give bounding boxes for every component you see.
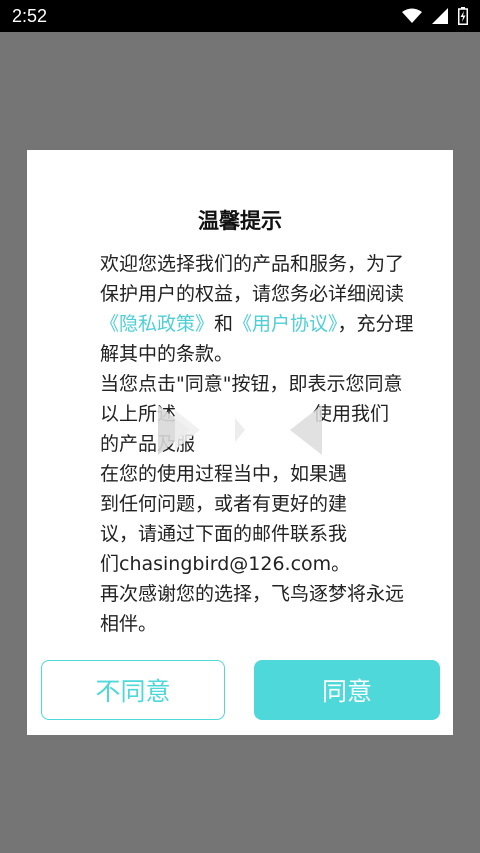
paragraph-contact: 在您的使用过程当中，如果遇到任何问题，或者有更好的建议，请通过下面的邮件联系我们… — [60, 459, 360, 579]
privacy-policy-link[interactable]: 《隐私政策》 — [100, 313, 214, 335]
status-icons — [402, 7, 468, 25]
paragraph-thanks: 再次感谢您的选择，飞鸟逐梦将永远相伴。 — [60, 579, 420, 639]
wifi-icon — [402, 8, 422, 24]
disagree-button[interactable]: 不同意 — [41, 660, 225, 720]
welcome-text: 欢迎您选择我们的产品和服务，为了保护用户的权益，请您务必详细阅读 — [100, 253, 405, 305]
user-agreement-link[interactable]: 《用户协议》 — [233, 313, 338, 335]
agree-info-line1: 当您点击"同意"按钮，即表示您同 — [100, 373, 384, 395]
signal-icon — [432, 8, 448, 24]
thanks-text: 再次感谢您的选择，飞鸟逐梦将永远相伴。 — [100, 583, 405, 635]
battery-charging-icon — [458, 7, 468, 25]
dialog-title: 温馨提示 — [198, 209, 282, 233]
agree-button[interactable]: 同意 — [254, 660, 440, 720]
agree-info-line2-end: 使用我们 — [313, 403, 390, 425]
privacy-dialog: 温馨提示 欢迎您选择我们的产品和服务，为了保护用户的权益，请您务必详细阅读《隐私… — [27, 150, 453, 735]
paragraph-welcome: 欢迎您选择我们的产品和服务，为了保护用户的权益，请您务必详细阅读《隐私政策》和《… — [60, 249, 420, 369]
status-time: 2:52 — [12, 5, 48, 26]
contact-text: 在您的使用过程当中，如果遇到任何问题，或者有更好的建议，请通过下面的邮件联系我们… — [100, 463, 351, 575]
agree-info-line3: 的产品及服 — [100, 433, 196, 455]
and-text: 和 — [214, 313, 234, 335]
paragraph-agree-info: 当您点击"同意"按钮，即表示您同意以上所述 使用我们 的产品及服 — [60, 369, 420, 459]
dialog-body: 欢迎您选择我们的产品和服务，为了保护用户的权益，请您务必详细阅读《隐私政策》和《… — [60, 249, 420, 639]
status-bar: 2:52 — [0, 0, 480, 32]
